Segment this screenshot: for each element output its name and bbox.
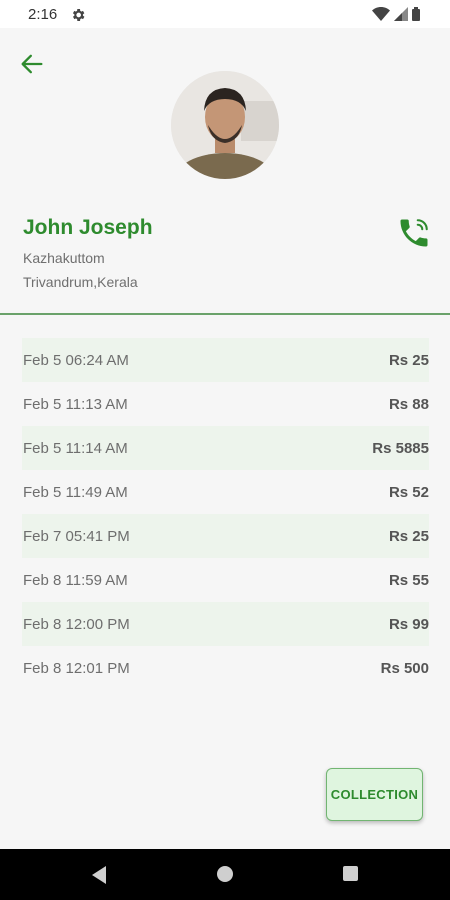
transaction-amount: Rs 25 [388,527,429,545]
avatar-photo [171,71,279,179]
transaction-amount: Rs 99 [388,615,429,633]
transaction-list: Feb 5 06:24 AM Rs 25 Feb 5 11:13 AM Rs 8… [22,338,429,690]
list-item[interactable]: Feb 5 11:49 AM Rs 52 [22,470,429,514]
address-line1: Kazhakuttom [23,250,105,266]
transaction-amount: Rs 500 [380,659,429,677]
transaction-amount: Rs 88 [388,395,429,413]
transaction-date: Feb 5 11:49 AM [23,483,128,501]
status-icons [372,7,420,21]
navigation-bar [0,849,450,900]
status-bar: 2:16 [0,0,450,28]
transaction-date: Feb 8 12:00 PM [23,615,130,633]
signal-icon [394,7,408,21]
wifi-icon [372,7,390,21]
gear-icon [72,9,85,21]
list-item[interactable]: Feb 5 11:14 AM Rs 5885 [22,426,429,470]
battery-icon [412,7,420,21]
nav-recents-icon[interactable] [343,866,358,881]
divider [0,313,450,315]
avatar [171,71,279,179]
address-line2: Trivandrum,Kerala [23,274,138,290]
list-item[interactable]: Feb 8 11:59 AM Rs 55 [22,558,429,602]
list-item[interactable]: Feb 8 12:00 PM Rs 99 [22,602,429,646]
arrow-left-icon[interactable] [18,50,46,78]
transaction-amount: Rs 55 [388,571,429,589]
nav-home-icon[interactable] [217,866,233,882]
transaction-date: Feb 8 12:01 PM [23,659,130,677]
transaction-date: Feb 5 11:13 AM [23,395,128,413]
nav-back-icon[interactable] [90,865,108,885]
transaction-date: Feb 5 11:14 AM [23,439,128,457]
transaction-date: Feb 8 11:59 AM [23,571,128,589]
profile-name: John Joseph [23,216,153,239]
transaction-date: Feb 5 06:24 AM [23,351,129,369]
list-item[interactable]: Feb 7 05:41 PM Rs 25 [22,514,429,558]
list-item[interactable]: Feb 5 06:24 AM Rs 25 [22,338,429,382]
list-item[interactable]: Feb 8 12:01 PM Rs 500 [22,646,429,690]
transaction-amount: Rs 25 [388,351,429,369]
status-time: 2:16 [28,6,58,23]
list-item[interactable]: Feb 5 11:13 AM Rs 88 [22,382,429,426]
collection-button[interactable]: COLLECTION [326,768,423,821]
transaction-amount: Rs 5885 [372,439,429,457]
transaction-date: Feb 7 05:41 PM [23,527,130,545]
transaction-amount: Rs 52 [388,483,429,501]
phone-call-icon[interactable] [396,215,432,251]
